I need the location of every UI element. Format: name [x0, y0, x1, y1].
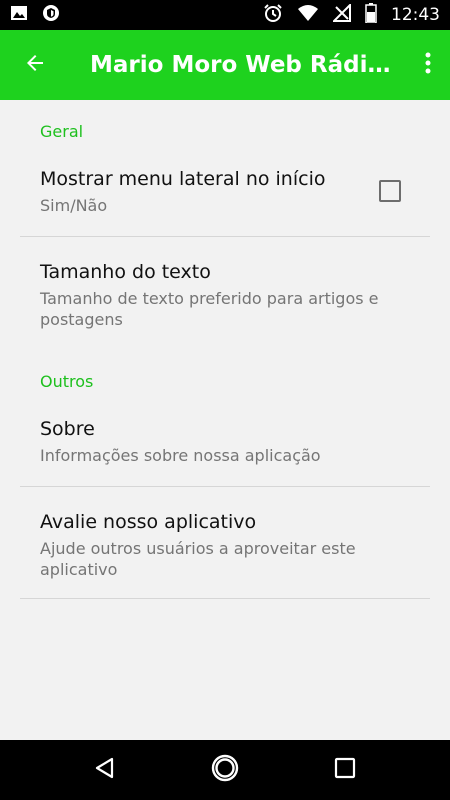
vpn-shield-icon: [42, 4, 60, 26]
overflow-menu-button[interactable]: [406, 30, 450, 100]
pref-title: Avalie nosso aplicativo: [40, 511, 257, 533]
pref-about[interactable]: Sobre Informações sobre nossa aplicação: [0, 417, 450, 466]
pref-rate-app[interactable]: Avalie nosso aplicativo Ajude outros usu…: [0, 510, 450, 580]
settings-list: Geral Mostrar menu lateral no início Sim…: [0, 100, 450, 740]
pref-title: Sobre: [40, 418, 95, 440]
pref-summary: Ajude outros usuários a aproveitar este …: [40, 539, 356, 579]
arrow-back-icon: [23, 51, 47, 79]
nav-recents-button[interactable]: [325, 750, 365, 790]
back-icon: [93, 756, 117, 784]
pref-title: Tamanho do texto: [40, 261, 211, 283]
category-general: Geral: [40, 122, 84, 141]
nav-home-button[interactable]: [205, 750, 245, 790]
battery-icon: [365, 3, 377, 27]
pref-title: Mostrar menu lateral no início: [40, 168, 326, 190]
system-nav-bar: [0, 740, 450, 800]
status-right-icons: 12:43: [263, 2, 440, 27]
more-vert-icon: [425, 52, 431, 78]
image-icon: [10, 4, 28, 26]
divider: [20, 486, 430, 487]
alarm-icon: [263, 3, 283, 27]
no-signal-icon: [331, 2, 351, 26]
pref-summary: Informações sobre nossa aplicação: [40, 446, 321, 465]
home-icon: [210, 753, 240, 787]
wifi-icon: [297, 4, 319, 26]
status-time: 12:43: [391, 5, 440, 25]
divider: [20, 236, 430, 237]
app-bar: Mario Moro Web Rádio T…: [0, 30, 450, 100]
back-button[interactable]: [0, 30, 70, 100]
status-bar: 12:43: [0, 0, 450, 30]
divider: [20, 598, 430, 599]
pref-text-size[interactable]: Tamanho do texto Tamanho de texto prefer…: [0, 260, 450, 330]
page-title: Mario Moro Web Rádio T…: [90, 52, 406, 78]
recents-icon: [334, 757, 356, 783]
nav-back-button[interactable]: [85, 750, 125, 790]
show-menu-checkbox[interactable]: [379, 180, 401, 202]
status-left-icons: [10, 4, 60, 26]
pref-summary: Tamanho de texto preferido para artigos …: [40, 289, 379, 329]
pref-summary: Sim/Não: [40, 196, 108, 215]
category-others: Outros: [40, 372, 94, 391]
